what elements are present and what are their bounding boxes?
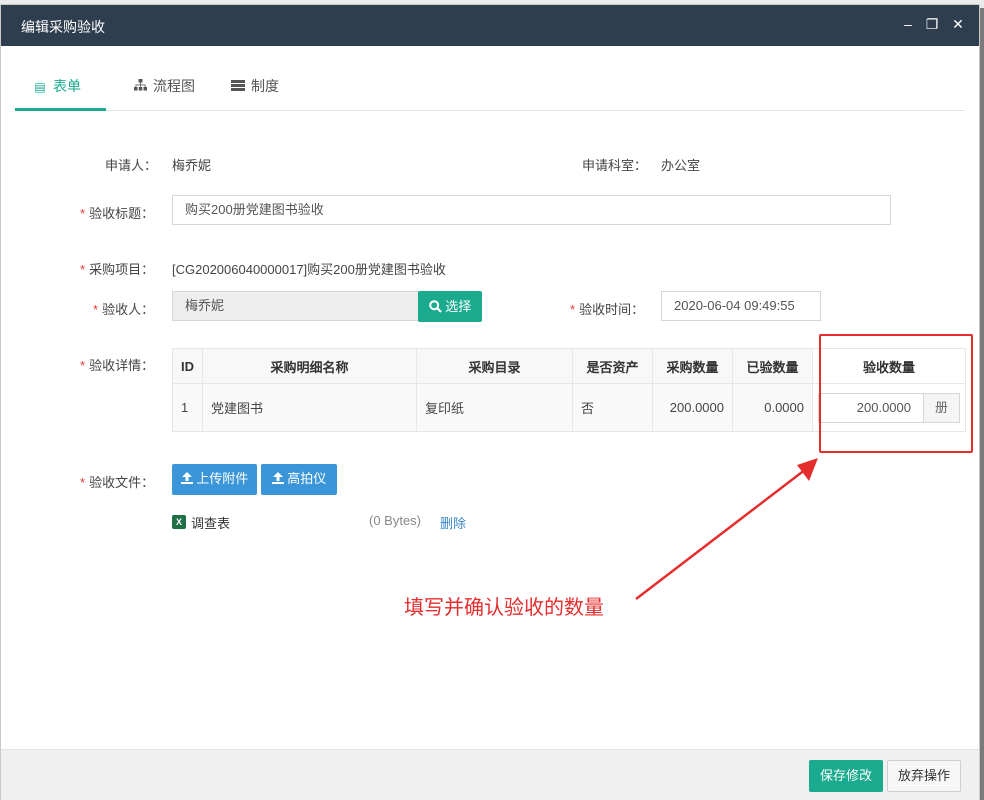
- col-catalog: 采购目录: [416, 348, 573, 384]
- required-mark: *: [80, 262, 86, 277]
- cell-purchase-qty: 200.0000: [652, 383, 733, 432]
- highlight-box: [819, 334, 973, 453]
- camera-button-label: 高拍仪: [287, 471, 327, 486]
- upload-icon: [271, 471, 288, 486]
- col-id: ID: [172, 348, 203, 384]
- policy-icon: [231, 66, 245, 108]
- applicant-label: 申请人：: [105, 158, 158, 173]
- inspector-input: 梅乔妮: [172, 291, 419, 321]
- close-icon[interactable]: ✕: [950, 16, 966, 32]
- search-icon: [428, 299, 446, 314]
- required-mark: *: [80, 206, 86, 221]
- dialog-titlebar: 编辑采购验收 – ❐ ✕: [1, 5, 979, 46]
- edit-acceptance-dialog: 编辑采购验收 – ❐ ✕ ▤ 表单 流程图 制度 申请人： 梅乔妮 申请科室： 办…: [0, 4, 980, 800]
- select-inspector-button[interactable]: 选择: [418, 291, 482, 322]
- tab-bar: ▤ 表单 流程图 制度: [15, 65, 965, 111]
- dialog-title: 编辑采购验收: [21, 19, 105, 35]
- applicant-value: 梅乔妮: [172, 158, 212, 173]
- tab-label: 制度: [251, 78, 279, 94]
- tab-label: 表单: [53, 78, 81, 94]
- col-purchase-qty: 采购数量: [652, 348, 733, 384]
- tab-label: 流程图: [153, 78, 195, 94]
- required-mark: *: [80, 358, 86, 373]
- col-name: 采购明细名称: [202, 348, 417, 384]
- col-checked-qty: 已验数量: [732, 348, 813, 384]
- cell-name: 党建图书: [202, 383, 417, 432]
- col-is-asset: 是否资产: [572, 348, 653, 384]
- tab-form[interactable]: ▤ 表单: [15, 65, 106, 111]
- cell-id: 1: [172, 383, 203, 432]
- required-mark: *: [570, 302, 576, 317]
- title-label: * 验收标题：: [80, 206, 155, 221]
- detail-label: * 验收详情：: [80, 358, 155, 373]
- maximize-icon[interactable]: ❐: [924, 16, 940, 32]
- delete-file-link[interactable]: 删除: [440, 513, 466, 532]
- minimize-icon[interactable]: –: [900, 16, 916, 32]
- tab-flowchart[interactable]: 流程图: [115, 65, 213, 111]
- document-camera-button[interactable]: 高拍仪: [261, 464, 337, 495]
- excel-icon: X: [172, 515, 186, 529]
- project-label: * 采购项目：: [80, 262, 155, 277]
- select-button-label: 选择: [445, 299, 472, 314]
- cell-is-asset: 否: [572, 383, 653, 432]
- required-mark: *: [93, 302, 99, 317]
- department-label: 申请科室：: [582, 158, 648, 173]
- flowchart-icon: [133, 66, 147, 108]
- save-button[interactable]: 保存修改: [809, 760, 883, 792]
- upload-icon: [180, 471, 197, 486]
- required-mark: *: [80, 475, 86, 490]
- file-size: (0 Bytes): [369, 513, 422, 528]
- department-value: 办公室: [661, 158, 701, 173]
- form-icon: ▤: [34, 80, 46, 94]
- inspector-label: * 验收人：: [93, 302, 155, 317]
- acceptance-title-input[interactable]: 购买200册党建图书验收: [172, 195, 891, 225]
- file-name[interactable]: 调查表: [191, 513, 230, 532]
- project-value: [CG202006040000017]购买200册党建图书验收: [172, 262, 446, 277]
- annotation-text: 填写并确认验收的数量: [404, 597, 604, 619]
- time-label: * 验收时间：: [570, 302, 645, 317]
- upload-button-label: 上传附件: [196, 471, 249, 486]
- files-label: * 验收文件：: [80, 475, 155, 490]
- upload-attachment-button[interactable]: 上传附件: [172, 464, 257, 495]
- acceptance-time-input[interactable]: 2020-06-04 09:49:55: [661, 291, 821, 321]
- discard-button[interactable]: 放弃操作: [887, 760, 961, 792]
- tab-policy[interactable]: 制度: [213, 65, 297, 111]
- cell-catalog: 复印纸: [416, 383, 573, 432]
- cell-checked-qty: 0.0000: [732, 383, 813, 432]
